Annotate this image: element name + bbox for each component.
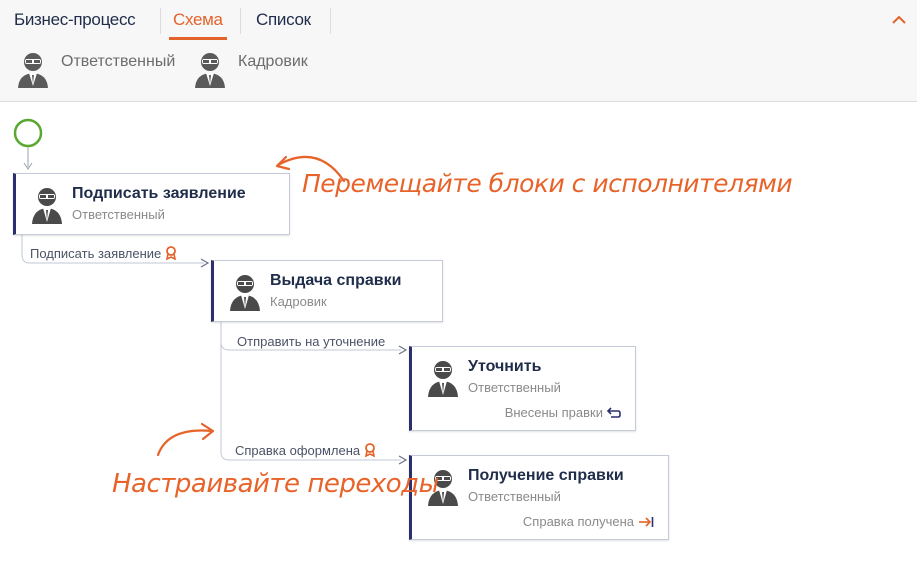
return-arrow-icon bbox=[606, 407, 621, 418]
person-avatar-icon bbox=[228, 271, 262, 313]
award-icon bbox=[365, 443, 376, 458]
top-tab-bar: Бизнес-процесс Схема Список bbox=[0, 0, 917, 40]
transition-send-clarify[interactable]: Отправить на уточнение bbox=[237, 334, 385, 349]
block-exit-transition[interactable]: Внесены правки bbox=[505, 405, 621, 420]
hint-move-blocks: Перемещайте блоки с исполнителями bbox=[302, 169, 793, 198]
block-exit-label: Справка получена bbox=[522, 514, 634, 529]
person-avatar-icon bbox=[30, 184, 64, 226]
role-label: Кадровик bbox=[238, 53, 308, 70]
tab-separator bbox=[160, 8, 161, 34]
block-title: Выдача справки bbox=[270, 272, 402, 289]
tab-scheme[interactable]: Схема bbox=[173, 10, 223, 30]
block-role: Кадровик bbox=[270, 294, 327, 309]
person-avatar-icon bbox=[16, 50, 50, 90]
transition-label: Справка оформлена bbox=[235, 443, 361, 458]
block-exit-transition[interactable]: Справка получена bbox=[523, 514, 654, 529]
process-canvas: Подписать заявление Ответственный Подпис… bbox=[0, 103, 917, 570]
tab-list[interactable]: Список bbox=[256, 10, 311, 30]
tab-separator bbox=[240, 8, 241, 34]
transition-sign[interactable]: Подписать заявление bbox=[30, 246, 177, 261]
role-label: Ответственный bbox=[61, 53, 176, 70]
chevron-up-icon[interactable] bbox=[889, 10, 909, 30]
block-title: Подписать заявление bbox=[72, 185, 246, 202]
block-sign-application[interactable]: Подписать заявление Ответственный bbox=[13, 173, 290, 235]
hint-setup-transitions: Настраивайте переходы bbox=[112, 469, 439, 499]
block-role: Ответственный bbox=[468, 489, 561, 504]
award-icon bbox=[166, 246, 177, 261]
transition-label: Подписать заявление bbox=[30, 246, 162, 261]
roles-panel: Ответственный Кадровик bbox=[0, 40, 917, 102]
block-role: Ответственный bbox=[468, 380, 561, 395]
tab-business-process[interactable]: Бизнес-процесс bbox=[14, 10, 136, 30]
block-title: Получение справки bbox=[468, 467, 624, 484]
block-receive-certificate[interactable]: Получение справки Ответственный Справка … bbox=[409, 455, 669, 540]
finish-arrow-icon bbox=[639, 517, 654, 527]
transition-label: Отправить на уточнение bbox=[237, 334, 386, 349]
block-role: Ответственный bbox=[72, 207, 165, 222]
person-avatar-icon bbox=[426, 357, 460, 399]
tab-separator bbox=[330, 8, 331, 34]
block-clarify[interactable]: Уточнить Ответственный Внесены правки bbox=[409, 346, 636, 431]
block-exit-label: Внесены правки bbox=[504, 405, 603, 420]
block-title: Уточнить bbox=[468, 358, 542, 375]
transition-issued[interactable]: Справка оформлена bbox=[235, 443, 376, 458]
block-issue-certificate[interactable]: Выдача справки Кадровик bbox=[211, 260, 443, 322]
person-avatar-icon bbox=[193, 50, 227, 90]
